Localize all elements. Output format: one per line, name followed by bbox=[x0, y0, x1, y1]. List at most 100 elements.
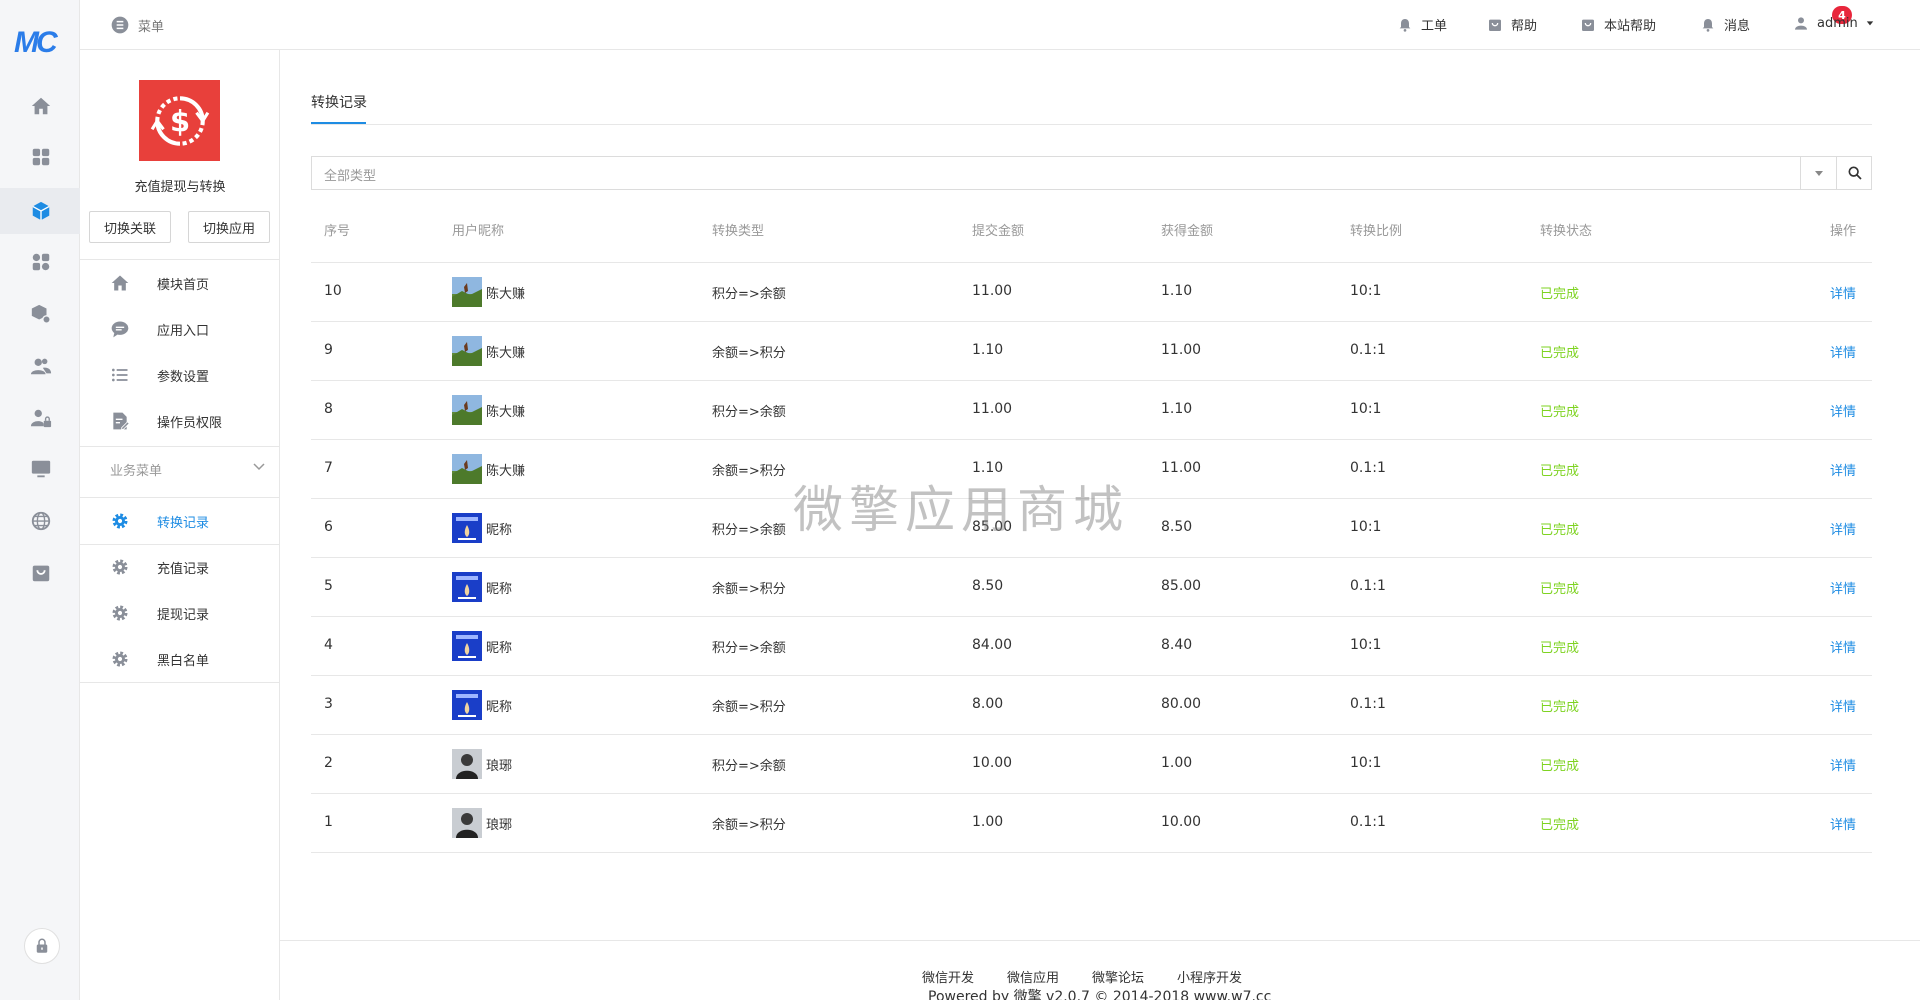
type-filter-select[interactable]: 全部类型 bbox=[311, 156, 1872, 190]
cell-user: 昵称 bbox=[486, 523, 513, 538]
brand-logo[interactable]: MC bbox=[14, 26, 58, 60]
cell-type: 积分=>余额 bbox=[712, 405, 786, 420]
footer-link[interactable]: 微信开发 bbox=[922, 967, 974, 986]
chevron-down-icon[interactable] bbox=[253, 460, 265, 476]
home-icon[interactable] bbox=[28, 93, 54, 119]
cell-user: 昵称 bbox=[486, 582, 513, 597]
topbar-label: 工单 bbox=[1421, 19, 1448, 34]
topbar-messages[interactable]: 消息 bbox=[1700, 15, 1750, 34]
tab-conversion-records[interactable]: 转换记录 bbox=[311, 92, 367, 112]
shopping-bag-icon bbox=[1582, 19, 1594, 31]
sidebar-item-app-entry[interactable]: 应用入口 bbox=[80, 306, 280, 352]
column-header-received-amount: 获得金额 bbox=[1161, 224, 1214, 239]
sidebar-item-label: 提现记录 bbox=[157, 607, 210, 623]
detail-link[interactable]: 详情 bbox=[1830, 401, 1856, 420]
cell-type: 余额=>积分 bbox=[712, 818, 786, 833]
cell-ratio: 0.1:1 bbox=[1350, 460, 1386, 476]
apps-grid-icon[interactable] bbox=[28, 144, 54, 170]
cell-ratio: 10:1 bbox=[1350, 283, 1382, 299]
cube-icon[interactable] bbox=[28, 198, 54, 224]
status-badge: 已完成 bbox=[1540, 464, 1580, 479]
avatar bbox=[452, 336, 482, 366]
sidebar-item-label: 黑白名单 bbox=[157, 653, 210, 669]
package-settings-icon[interactable] bbox=[28, 301, 54, 327]
tab-divider bbox=[311, 124, 1872, 125]
cell-submit-amount: 8.00 bbox=[972, 696, 1004, 712]
menu-toggle[interactable]: 菜单 bbox=[110, 15, 164, 35]
sidebar-item-parameters[interactable]: 参数设置 bbox=[80, 352, 280, 398]
cell-received-amount: 85.00 bbox=[1161, 578, 1202, 594]
cell-received-amount: 1.00 bbox=[1161, 755, 1193, 771]
footer-link[interactable]: 微擎论坛 bbox=[1092, 967, 1144, 986]
cell-ratio: 10:1 bbox=[1350, 755, 1382, 771]
app-root: MC 菜单 工单 帮助 本站帮助 消息 4 admin $ 充值提现与转换 切换… bbox=[0, 0, 1920, 1000]
switch-app-button[interactable]: 切换应用 bbox=[188, 211, 270, 243]
detail-link[interactable]: 详情 bbox=[1830, 519, 1856, 538]
user-lock-icon[interactable] bbox=[28, 405, 54, 431]
sidebar-item-black-white-list[interactable]: 黑白名单 bbox=[80, 636, 280, 682]
cell-ratio: 10:1 bbox=[1350, 637, 1382, 653]
table-row: 9 陈大赚 余额=>积分 1.10 11.00 0.1:1 已完成 详情 bbox=[311, 321, 1872, 380]
list-circle-icon bbox=[111, 16, 129, 34]
topbar-ticket[interactable]: 工单 bbox=[1397, 15, 1447, 34]
divider bbox=[80, 446, 280, 447]
detail-link[interactable]: 详情 bbox=[1830, 814, 1856, 833]
cell-ratio: 0.1:1 bbox=[1350, 814, 1386, 830]
table-row: 3 昵称 余额=>积分 8.00 80.00 0.1:1 已完成 详情 bbox=[311, 675, 1872, 734]
sidebar-item-recharge-records[interactable]: 充值记录 bbox=[80, 544, 280, 590]
gear-icon bbox=[110, 649, 130, 669]
cell-submit-amount: 10.00 bbox=[972, 755, 1013, 771]
status-badge: 已完成 bbox=[1540, 818, 1580, 833]
detail-link[interactable]: 详情 bbox=[1830, 342, 1856, 361]
business-menu-header[interactable]: 业务菜单 bbox=[110, 460, 162, 479]
detail-link[interactable]: 详情 bbox=[1830, 283, 1856, 302]
sidebar-item-conversion-records[interactable]: 转换记录 bbox=[80, 498, 280, 544]
switch-link-button[interactable]: 切换关联 bbox=[89, 211, 171, 243]
cell-received-amount: 8.50 bbox=[1161, 519, 1193, 535]
cell-id: 10 bbox=[324, 283, 342, 299]
search-button[interactable] bbox=[1836, 157, 1872, 189]
cell-id: 2 bbox=[324, 755, 333, 771]
user-menu[interactable]: admin bbox=[1793, 15, 1874, 31]
caret-down-icon[interactable] bbox=[1800, 157, 1836, 189]
globe-icon[interactable] bbox=[28, 508, 54, 534]
menu-label: 菜单 bbox=[138, 19, 165, 35]
status-badge: 已完成 bbox=[1540, 346, 1580, 361]
lock-button[interactable] bbox=[24, 928, 60, 964]
cell-type: 余额=>积分 bbox=[712, 464, 786, 479]
cell-received-amount: 1.10 bbox=[1161, 401, 1193, 417]
detail-link[interactable]: 详情 bbox=[1830, 637, 1856, 656]
detail-link[interactable]: 详情 bbox=[1830, 696, 1856, 715]
cell-user: 陈大赚 bbox=[486, 346, 526, 361]
status-badge: 已完成 bbox=[1540, 523, 1580, 538]
monitor-icon[interactable] bbox=[28, 456, 54, 482]
topbar-help[interactable]: 帮助 bbox=[1487, 15, 1537, 34]
cell-received-amount: 10.00 bbox=[1161, 814, 1202, 830]
topbar-site-help[interactable]: 本站帮助 bbox=[1580, 15, 1656, 34]
detail-link[interactable]: 详情 bbox=[1830, 578, 1856, 597]
left-rail: MC bbox=[0, 0, 80, 1000]
list-icon bbox=[110, 365, 130, 385]
username: admin bbox=[1817, 15, 1858, 31]
cell-received-amount: 11.00 bbox=[1161, 342, 1202, 358]
store-icon[interactable] bbox=[28, 560, 54, 586]
avatar bbox=[452, 749, 482, 779]
users-icon[interactable] bbox=[28, 353, 54, 379]
cell-user: 昵称 bbox=[486, 641, 513, 656]
avatar bbox=[452, 454, 482, 484]
footer-link[interactable]: 小程序开发 bbox=[1177, 967, 1242, 986]
detail-link[interactable]: 详情 bbox=[1830, 755, 1856, 774]
lock-icon bbox=[36, 938, 48, 953]
cell-user: 陈大赚 bbox=[486, 287, 526, 302]
sidebar-item-withdraw-records[interactable]: 提现记录 bbox=[80, 590, 280, 636]
status-badge: 已完成 bbox=[1540, 287, 1580, 302]
cell-user: 陈大赚 bbox=[486, 464, 526, 479]
sidebar-item-module-home[interactable]: 模块首页 bbox=[80, 260, 280, 306]
detail-link[interactable]: 详情 bbox=[1830, 460, 1856, 479]
cell-id: 1 bbox=[324, 814, 333, 830]
cell-type: 积分=>余额 bbox=[712, 759, 786, 774]
modules-icon[interactable] bbox=[28, 249, 54, 275]
sidebar-item-operator-permissions[interactable]: 操作员权限 bbox=[80, 398, 280, 444]
cell-received-amount: 8.40 bbox=[1161, 637, 1193, 653]
footer-link[interactable]: 微信应用 bbox=[1007, 967, 1059, 986]
